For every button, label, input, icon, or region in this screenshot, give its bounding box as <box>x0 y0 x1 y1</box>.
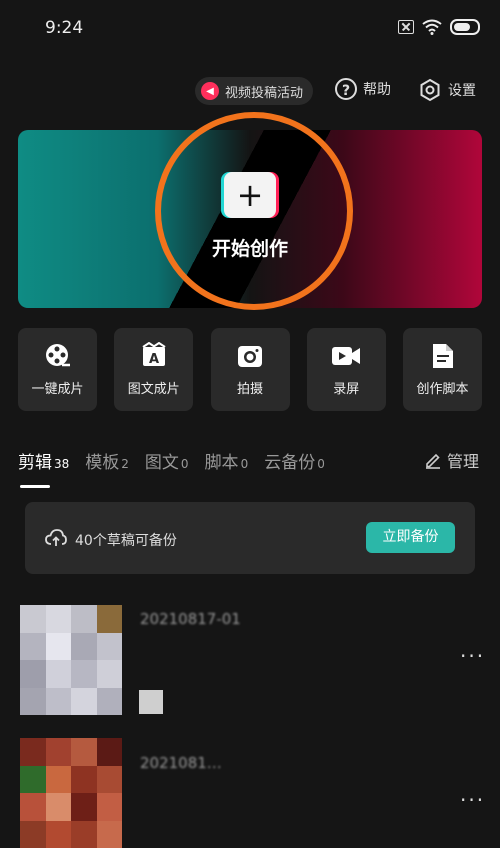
tab-label: 剪辑 <box>18 453 52 473</box>
help-label: 帮助 <box>363 82 391 98</box>
quick-tools-row: 一键成片 A 图文成片 拍摄 录屏 创作脚本 <box>18 328 482 411</box>
svg-text:A: A <box>149 352 159 367</box>
tab-count: 38 <box>54 457 70 471</box>
camera-icon <box>238 346 262 367</box>
tool-label: 录屏 <box>333 382 360 397</box>
no-sim-icon <box>398 20 414 34</box>
tool-screen-record[interactable]: 录屏 <box>306 328 386 411</box>
tab-scripts[interactable]: 脚本 0 <box>205 448 249 473</box>
tab-cloud-backup[interactable]: 云备份 0 <box>264 448 325 473</box>
tab-templates[interactable]: 模板 2 <box>85 448 129 473</box>
tool-label: 图文成片 <box>127 382 180 397</box>
tab-label: 图文 <box>144 453 179 473</box>
tab-edit[interactable]: 剪辑 38 <box>18 448 70 488</box>
backup-now-button[interactable]: 立即备份 <box>366 522 455 553</box>
tab-text-image[interactable]: 图文 0 <box>145 448 189 473</box>
video-record-icon <box>332 347 361 365</box>
draft-meta-placeholder <box>139 690 163 714</box>
tool-label: 一键成片 <box>31 382 84 397</box>
film-reel-icon <box>45 344 70 367</box>
tab-label: 云备份 <box>264 453 316 473</box>
tool-creation-script[interactable]: 创作脚本 <box>403 328 482 411</box>
settings-button[interactable]: 设置 <box>418 78 476 102</box>
wifi-icon <box>422 19 442 35</box>
document-icon <box>432 344 453 368</box>
tab-label: 模板 <box>85 453 120 473</box>
tool-label: 创作脚本 <box>416 382 469 397</box>
highlight-ring-annotation <box>155 112 353 310</box>
megaphone-icon: ◀ <box>201 82 219 100</box>
tool-text-to-video[interactable]: A 图文成片 <box>114 328 194 411</box>
manage-button[interactable]: 管理 <box>424 448 479 472</box>
tool-label: 拍摄 <box>236 382 263 397</box>
more-options-icon[interactable]: ··· <box>460 788 485 812</box>
video-submission-promo-button[interactable]: ◀ 视频投稿活动 <box>195 77 314 105</box>
draft-thumbnail[interactable] <box>20 605 122 715</box>
tab-count: 0 <box>180 457 189 471</box>
pencil-icon <box>426 453 440 469</box>
settings-label: 设置 <box>448 83 476 99</box>
tab-label: 脚本 <box>204 453 239 473</box>
draft-title: 20210817-01 <box>140 610 241 628</box>
tool-shoot[interactable]: 拍摄 <box>210 328 290 411</box>
cloud-backup-bar: 40个草稿可备份 立即备份 <box>25 502 475 574</box>
gear-icon <box>420 78 440 102</box>
draft-title: 2021081… <box>140 754 222 772</box>
more-options-icon[interactable]: ··· <box>460 644 485 668</box>
tab-count: 2 <box>121 457 129 471</box>
cloud-upload-icon <box>45 529 67 546</box>
tool-one-click-video[interactable]: 一键成片 <box>18 328 97 411</box>
manage-label: 管理 <box>447 452 480 471</box>
help-button[interactable]: ? 帮助 <box>335 78 391 100</box>
battery-icon <box>450 19 480 35</box>
status-time: 9:24 <box>45 18 84 38</box>
text-card-icon: A <box>142 342 166 367</box>
backup-message: 40个草稿可备份 <box>75 533 177 549</box>
draft-tabs: 剪辑 38 模板 2 图文 0 脚本 0 云备份 0 <box>18 448 341 488</box>
tab-count: 0 <box>240 457 249 471</box>
question-icon: ? <box>335 78 357 100</box>
tab-count: 0 <box>317 457 325 471</box>
draft-thumbnail[interactable] <box>20 738 122 848</box>
status-icons <box>398 19 480 35</box>
promo-label: 视频投稿活动 <box>225 85 304 101</box>
